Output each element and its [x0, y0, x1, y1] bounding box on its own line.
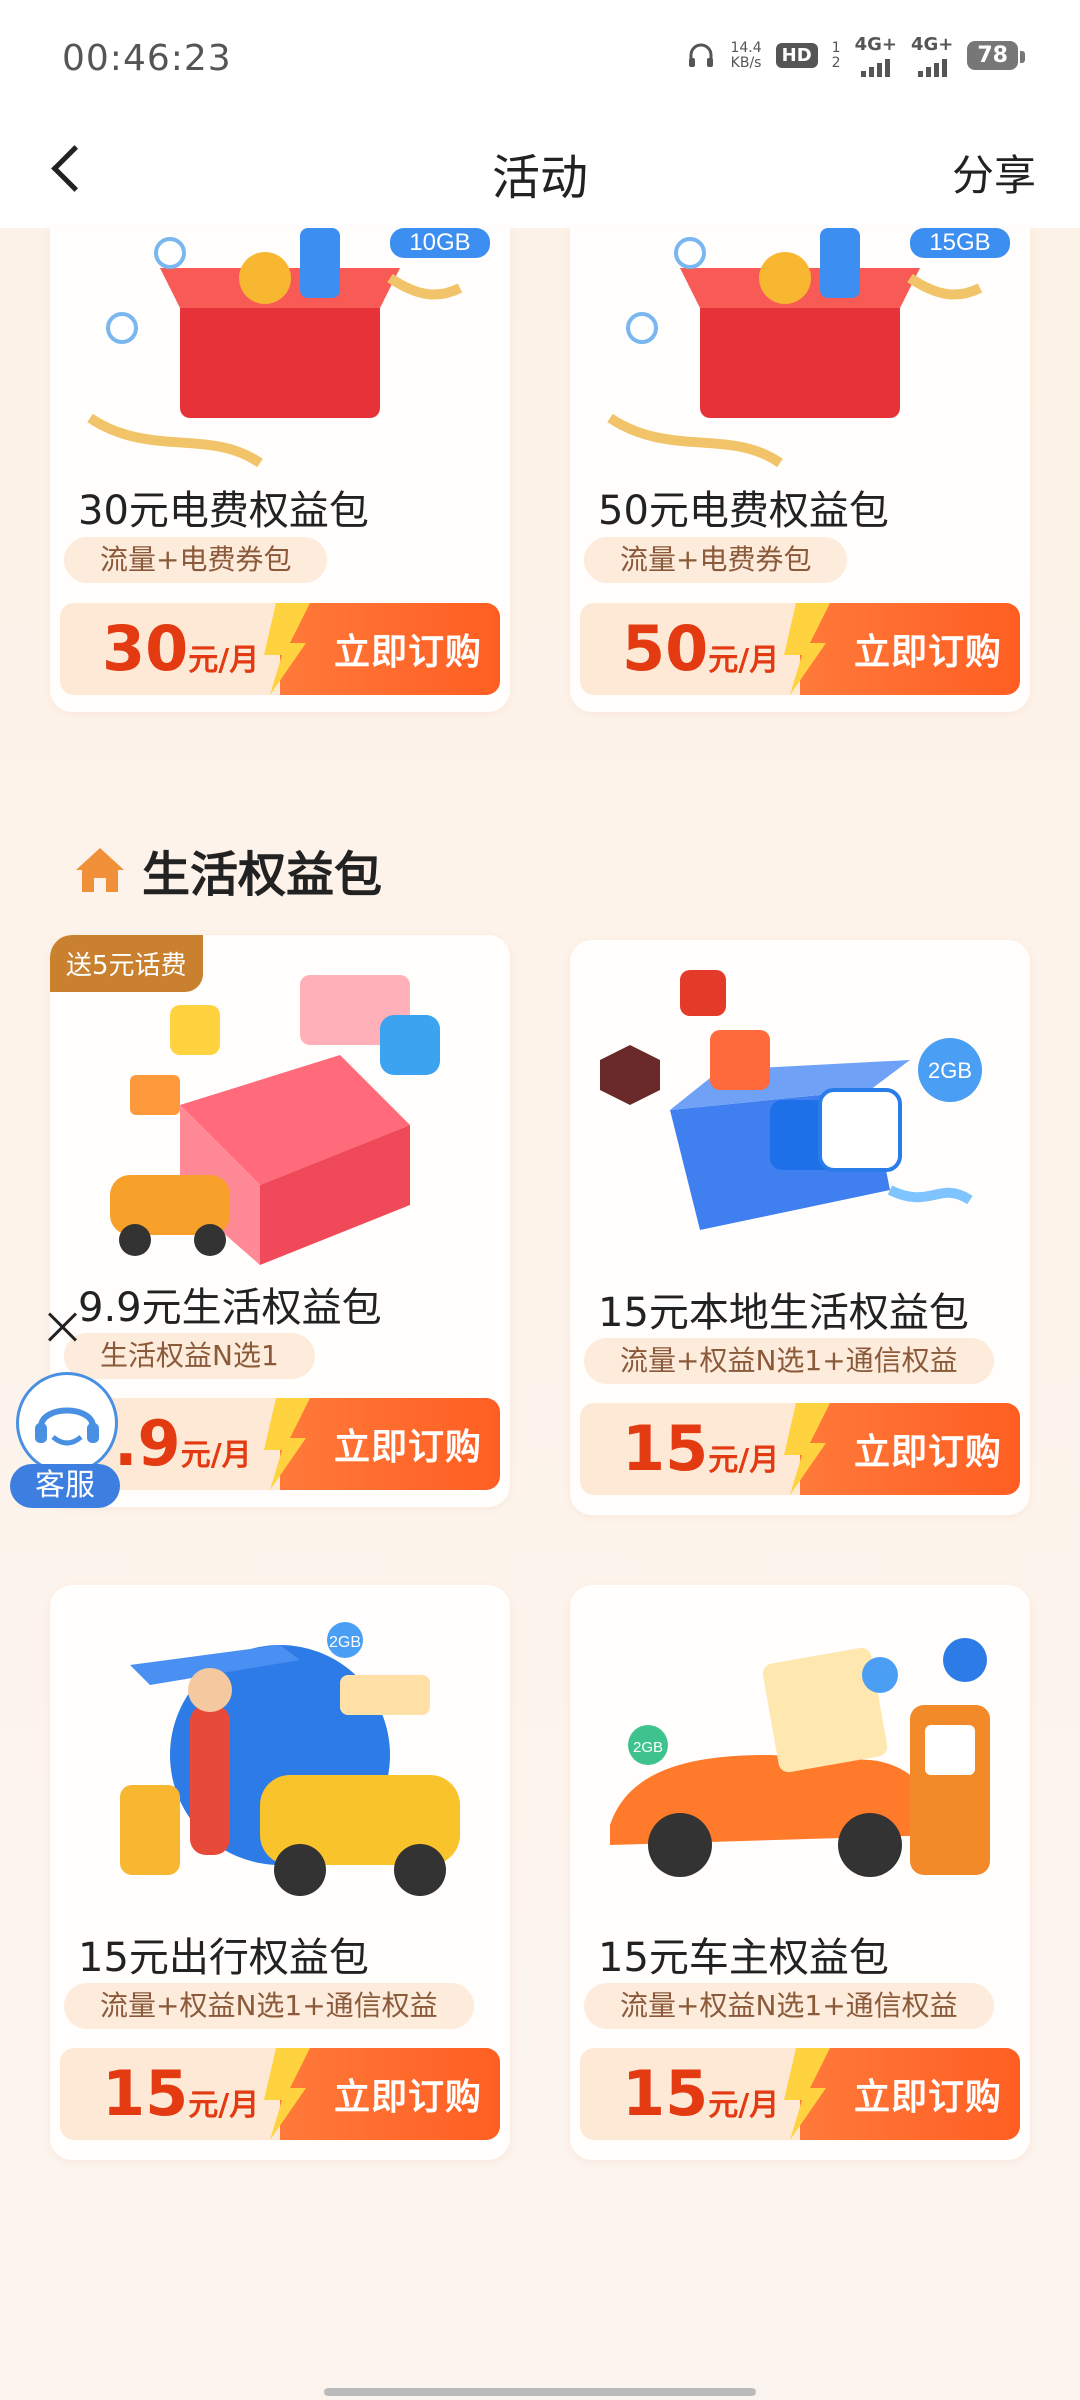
network-speed: 14.4 KB/s	[730, 39, 762, 71]
order-now-button[interactable]: 立即订购	[334, 2068, 482, 2120]
signal-icon-2: 4G+	[911, 34, 953, 77]
card-tag: 流量+权益N选1+通信权益	[584, 1338, 994, 1384]
section-header: 生活权益包	[72, 835, 382, 905]
card-tag: 流量+权益N选1+通信权益	[584, 1983, 994, 2029]
page-title: 活动	[491, 150, 588, 206]
card-title: 15元本地生活权益包	[598, 1290, 969, 1336]
package-card[interactable]: 2GB 15元车主权益包 流量+权益N选1+通信权益 15元/月 立即订购	[570, 1585, 1030, 2160]
signal-icon-1: 4G+	[855, 34, 897, 77]
package-card[interactable]: 2GB 15元本地生活权益包 流量+权益N选1+通信权益 15元/月 立即订购	[570, 940, 1030, 1515]
car-illustration: 2GB	[610, 1638, 990, 1877]
package-card[interactable]: 10GB 30元电费权益包 流量+电费券包 30元/月 立即订购	[50, 228, 510, 712]
buy-bar[interactable]: 50元/月 立即订购	[580, 603, 1020, 695]
price: 50元/月	[622, 612, 780, 685]
buy-bar[interactable]: .9元/月 立即订购	[60, 1398, 500, 1490]
sim-indicator: 12	[831, 39, 841, 71]
headphone-icon	[689, 43, 714, 67]
package-card[interactable]: 15GB 50元电费权益包 流量+电费券包 50元/月 立即订购	[570, 228, 1030, 712]
nav-bar: 活动 分享	[0, 110, 1080, 228]
travel-illustration: 2GB	[120, 1622, 460, 1896]
data-label: 2GB	[633, 1739, 663, 1756]
card-title: 50元电费权益包	[598, 488, 889, 534]
data-label: 15GB	[929, 229, 990, 256]
buy-bar[interactable]: 15元/月 立即订购	[580, 1403, 1020, 1495]
price: 15元/月	[102, 2057, 260, 2130]
status-bar: 00:46:23 14.4 KB/s HD 12 4G+ 4G+ 78	[0, 0, 1080, 110]
gift-box-illustration: 2GB	[600, 970, 982, 1230]
order-now-button[interactable]: 立即订购	[854, 1423, 1002, 1475]
lightning-icon	[784, 603, 830, 695]
lightning-icon	[784, 2048, 830, 2140]
card-title: 15元车主权益包	[598, 1935, 889, 1981]
price: 15元/月	[622, 1412, 780, 1485]
lightning-icon	[264, 2048, 310, 2140]
price: .9元/月	[114, 1407, 252, 1480]
home-indicator[interactable]	[324, 2388, 756, 2396]
status-time: 00:46:23	[62, 38, 232, 79]
gift-box-illustration: 10GB	[87, 228, 490, 468]
price: 15元/月	[622, 2057, 780, 2130]
home-icon	[76, 848, 124, 892]
lightning-icon	[264, 1398, 310, 1490]
battery-icon: 78	[967, 41, 1025, 70]
headset-icon	[16, 1372, 118, 1474]
data-label: 2GB	[329, 1634, 361, 1651]
data-label: 10GB	[409, 229, 470, 256]
card-tag: 流量+电费券包	[584, 537, 848, 583]
hd-icon: HD	[775, 43, 818, 68]
card-tag: 流量+电费券包	[64, 537, 328, 583]
card-title: 9.9元生活权益包	[78, 1285, 382, 1331]
price: 30元/月	[102, 612, 260, 685]
order-now-button[interactable]: 立即订购	[854, 623, 1002, 675]
customer-service-button[interactable]: 客服	[10, 1372, 120, 1512]
section-title: 生活权益包	[142, 847, 383, 903]
share-button[interactable]: 分享	[952, 142, 1036, 203]
close-icon[interactable]	[46, 1310, 80, 1344]
order-now-button[interactable]: 立即订购	[854, 2068, 1002, 2120]
order-now-button[interactable]: 立即订购	[334, 1418, 482, 1470]
data-label: 2GB	[928, 1058, 972, 1083]
card-tag: 流量+权益N选1+通信权益	[64, 1983, 474, 2029]
promo-badge: 送5元话费	[50, 935, 203, 992]
buy-bar[interactable]: 15元/月 立即订购	[60, 2048, 500, 2140]
card-title: 30元电费权益包	[78, 488, 369, 534]
status-icons: 14.4 KB/s HD 12 4G+ 4G+ 78	[686, 34, 1025, 77]
lightning-icon	[784, 1403, 830, 1495]
customer-service-label: 客服	[10, 1464, 120, 1508]
gift-box-illustration: 15GB	[607, 228, 1010, 468]
order-now-button[interactable]: 立即订购	[334, 623, 482, 675]
card-title: 15元出行权益包	[78, 1935, 369, 1981]
buy-bar[interactable]: 15元/月 立即订购	[580, 2048, 1020, 2140]
package-card[interactable]: 2GB 15元出行权益包 流量+权益N选1+通信权益 15元/月 立即订购	[50, 1585, 510, 2160]
buy-bar[interactable]: 30元/月 立即订购	[60, 603, 500, 695]
lightning-icon	[264, 603, 310, 695]
